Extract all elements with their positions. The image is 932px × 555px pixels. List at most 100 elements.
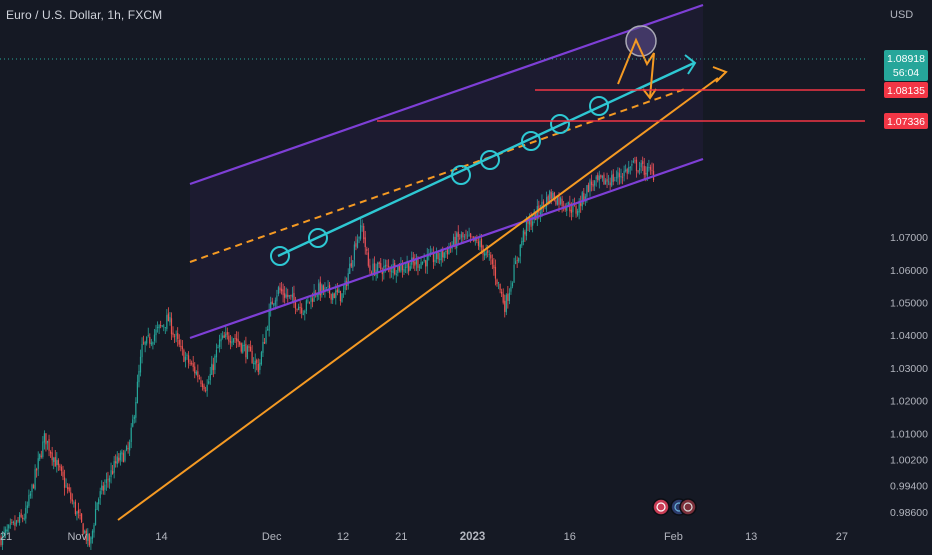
candle-body [575,206,577,214]
candle-body [577,211,579,216]
x-tick-label: Dec [262,531,282,543]
candle-body [404,267,407,269]
price-chart[interactable]: USD 1.07000 1.06000 1.05000 1.04000 1.03000 1.… [0,0,932,551]
candle-body [198,377,200,379]
candle-body [298,306,300,311]
candle-body [490,254,492,259]
candle-body [253,363,255,364]
candle-body [254,360,256,365]
candle-body [408,262,410,272]
candle-body [403,269,405,272]
candle-body [163,325,165,327]
candle-body [178,339,180,345]
candle-body [477,241,479,246]
candle-body [51,452,53,461]
candle-body [519,244,521,257]
candle-body [446,249,448,255]
candle-body [342,290,345,292]
candle-body [516,260,518,262]
candle-body [265,330,267,343]
candle-body [395,273,397,276]
candle-body [149,337,151,344]
candle-body [56,459,58,466]
x-tick-label: 27 [836,531,848,543]
candle-body [507,293,509,301]
candle-body [74,501,76,515]
candle-body [191,362,193,364]
candle-body [174,335,176,337]
candle-body [17,520,19,522]
candle-body [479,240,481,248]
event-flag-icon[interactable] [652,498,670,516]
candle-body [76,511,78,515]
candle-body [391,271,393,273]
event-flags[interactable] [652,498,697,516]
candle-body [341,293,343,303]
candle-body [330,293,332,300]
candle-body [192,363,194,367]
x-tick-label: 21 [395,531,407,543]
candle-body [480,239,483,248]
candle-body [420,262,422,269]
candle-body [88,533,90,546]
price-labels-layer: 1.08918 56:04 1.08135 1.07336 [884,50,928,129]
candle-body [31,484,33,493]
candle-body [167,313,169,322]
y-tick-label: 1.01000 [890,428,928,440]
currency-label: USD [890,9,913,21]
x-tick-label: 2023 [460,531,486,543]
y-tick-label: 1.02000 [890,396,928,408]
price-level-value: 1.08135 [887,85,925,97]
candle-body [497,282,500,283]
candle-body [152,342,154,345]
candle-body [146,336,148,344]
candle-body [73,502,75,504]
x-tick-label: Feb [664,531,683,543]
candle-body [332,293,334,301]
event-flag-icon[interactable] [679,498,697,516]
candle-body [170,318,173,335]
candle-body [135,402,137,418]
candle-body [263,341,266,344]
candle-body [102,485,104,491]
candle-body [301,307,303,314]
candle-body [580,203,582,206]
candle-body [45,433,47,445]
chart-title: Euro / U.S. Dollar, 1h, FXCM [6,8,163,22]
candle-body [34,469,36,490]
candle-body [139,356,142,373]
candle-body [62,471,64,477]
candle-body [71,499,73,502]
candle-body [8,525,10,529]
candle-body [262,341,264,353]
candle-body [524,231,526,235]
chart-area[interactable]: USD 1.07000 1.06000 1.05000 1.04000 1.03000 1.… [0,0,932,551]
candle-body [195,371,197,375]
candle-body [243,345,245,347]
candle-body [180,345,182,347]
candle-body [422,261,424,264]
candle-body [522,230,524,243]
candle-body [96,502,98,510]
candle-body [443,252,445,259]
candle-body [189,363,191,364]
candle-body [127,447,129,449]
candle-body [502,293,504,303]
candle-body [68,487,70,492]
candle-body [505,294,507,313]
candle-body [166,315,168,329]
candle-body [112,471,114,474]
candle-body [338,289,340,293]
candle-body [12,521,14,523]
candle-body [186,354,188,356]
candle-body [417,259,419,268]
candle-body [485,251,487,256]
candle-body [222,335,224,338]
candle-body [311,298,314,302]
candle-body [116,456,118,465]
candle-body [491,259,493,265]
candle-body [214,356,216,370]
candle-body [187,355,190,363]
candle-body [232,338,235,343]
candle-body [156,326,159,328]
